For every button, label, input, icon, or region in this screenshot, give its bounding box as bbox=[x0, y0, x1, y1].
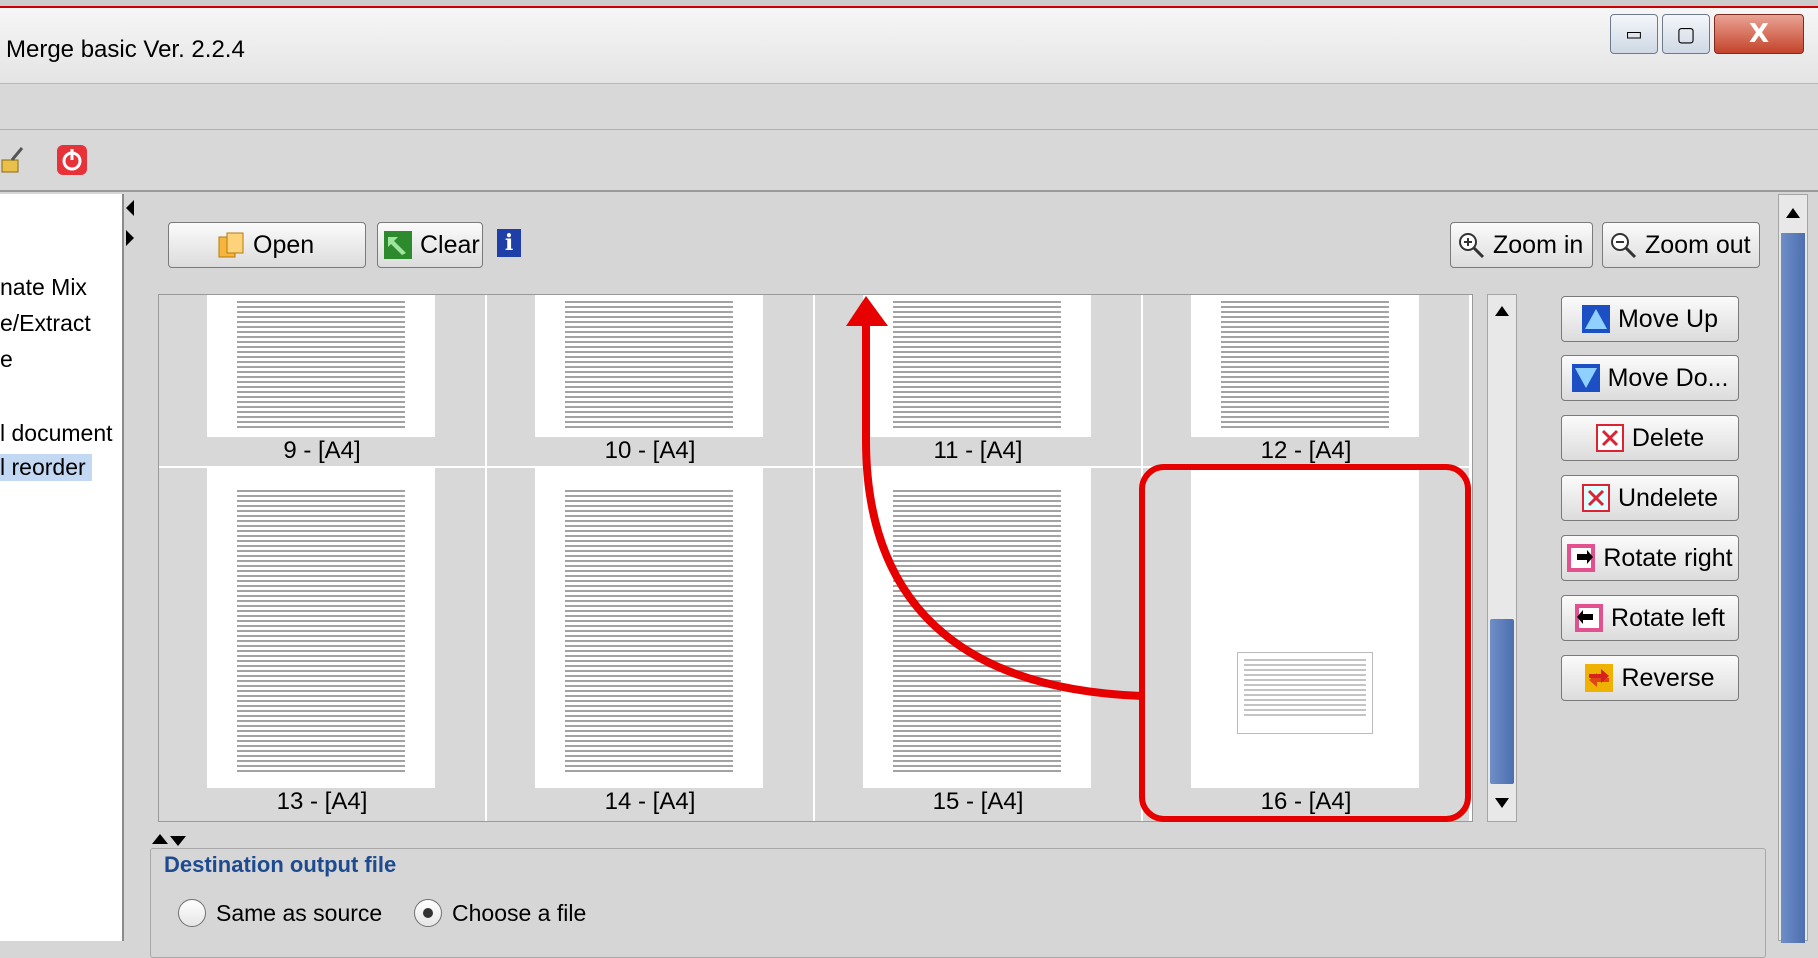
choose-file-radio[interactable] bbox=[414, 899, 442, 927]
scrollbar-thumb[interactable] bbox=[1490, 619, 1514, 784]
same-as-source-option[interactable]: Same as source bbox=[178, 899, 382, 927]
arrow-head-icon bbox=[846, 296, 888, 326]
scroll-up-icon[interactable] bbox=[1490, 297, 1514, 325]
move-down-button[interactable]: Move Do... bbox=[1561, 355, 1739, 401]
delete-button[interactable]: Delete bbox=[1561, 415, 1739, 461]
window-scroll-up-icon[interactable] bbox=[1781, 199, 1805, 227]
highlight-box bbox=[1139, 464, 1471, 822]
choose-file-option[interactable]: Choose a file bbox=[414, 899, 586, 927]
scroll-down-icon[interactable] bbox=[1490, 789, 1514, 817]
move-up-icon bbox=[1581, 305, 1610, 333]
rotate-right-icon bbox=[1567, 544, 1596, 572]
undelete-icon bbox=[1581, 484, 1610, 512]
reverse-icon bbox=[1585, 664, 1614, 692]
reverse-button[interactable]: Reverse bbox=[1561, 655, 1739, 701]
rotate-left-button[interactable]: Rotate left bbox=[1561, 595, 1739, 641]
annotation-overlay bbox=[846, 296, 1471, 822]
delete-icon bbox=[1595, 424, 1624, 452]
move-arrow bbox=[862, 325, 1143, 700]
destination-legend: Destination output file bbox=[160, 852, 401, 878]
rotate-left-icon bbox=[1575, 604, 1604, 632]
resize-arrows-icon[interactable] bbox=[152, 834, 192, 846]
window-scrollbar[interactable] bbox=[1778, 194, 1808, 943]
move-up-button[interactable]: Move Up bbox=[1561, 296, 1739, 342]
undelete-button[interactable]: Undelete bbox=[1561, 475, 1739, 521]
same-as-source-radio[interactable] bbox=[178, 899, 206, 927]
rotate-right-button[interactable]: Rotate right bbox=[1561, 535, 1739, 581]
window-scrollbar-thumb[interactable] bbox=[1781, 233, 1805, 943]
move-down-icon bbox=[1571, 364, 1600, 392]
thumbnail-scrollbar[interactable] bbox=[1487, 294, 1517, 822]
